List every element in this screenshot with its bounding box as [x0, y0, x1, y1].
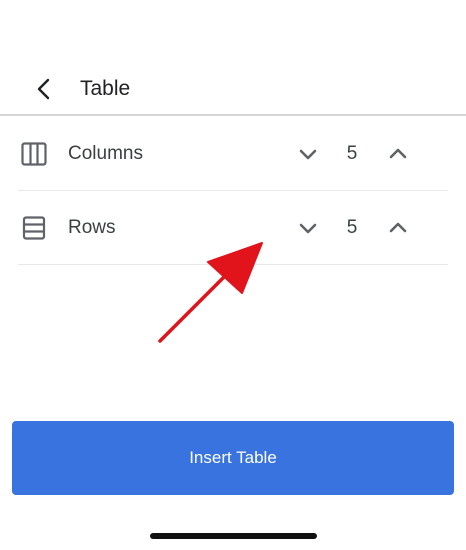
chevron-up-icon [389, 222, 407, 233]
columns-value: 5 [346, 143, 358, 164]
chevron-down-icon [299, 223, 317, 234]
columns-label: Columns [68, 143, 143, 164]
rows-icon [22, 216, 46, 240]
insert-table-button[interactable]: Insert Table [12, 421, 454, 495]
rows-increase-button[interactable] [384, 214, 412, 242]
chevron-left-icon [37, 78, 50, 100]
columns-increase-button[interactable] [384, 140, 412, 168]
top-blank-area [0, 0, 466, 62]
rows-row: Rows 5 [18, 191, 448, 265]
rows-decrease-button[interactable] [294, 214, 322, 242]
chevron-down-icon [299, 149, 317, 160]
panel-header: Table [0, 62, 466, 116]
chevron-up-icon [389, 148, 407, 159]
columns-decrease-button[interactable] [294, 140, 322, 168]
rows-value: 5 [346, 217, 358, 238]
back-button[interactable] [24, 73, 64, 105]
page-title: Table [80, 77, 131, 100]
table-insert-panel: Table Columns 5 Rows 5 Insert Table [0, 0, 466, 550]
columns-row: Columns 5 [18, 117, 448, 191]
columns-icon [21, 142, 47, 166]
home-indicator[interactable] [150, 533, 317, 539]
rows-label: Rows [68, 217, 116, 238]
